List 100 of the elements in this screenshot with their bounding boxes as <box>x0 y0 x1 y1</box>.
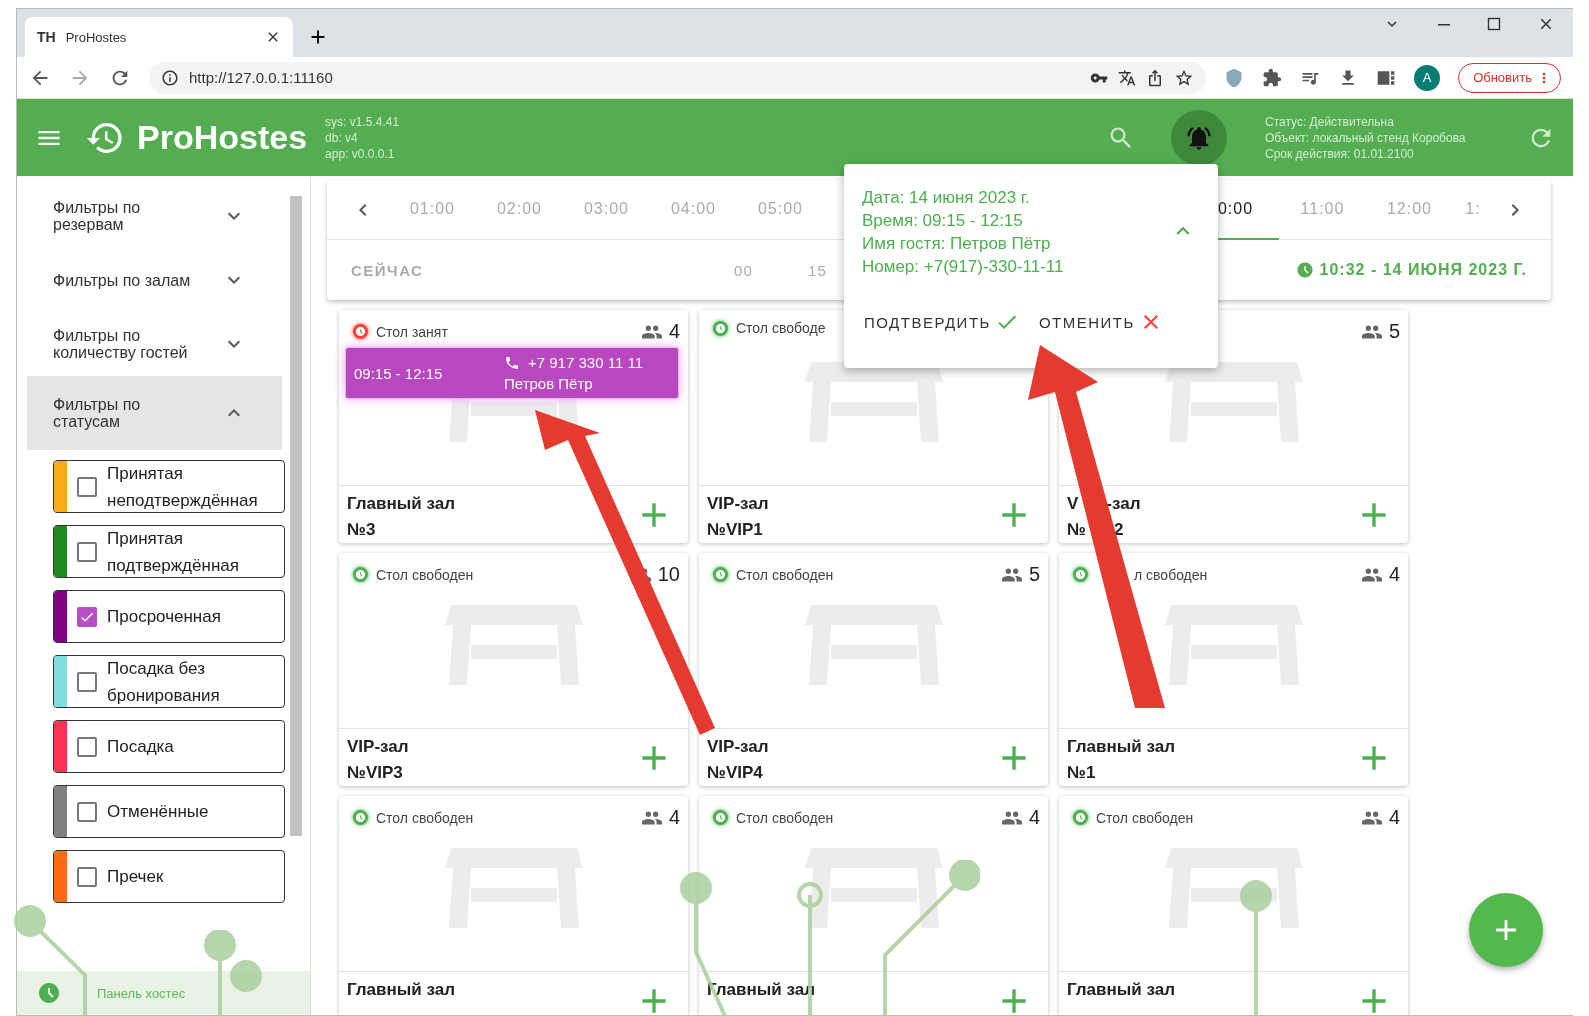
checkbox[interactable] <box>77 671 97 692</box>
table-icon <box>804 362 943 442</box>
booking-detail: Имя гостя: Петров Пётр <box>862 233 1051 255</box>
browser-tab[interactable]: TH ProHostes <box>25 17 293 57</box>
status-label: Просроченная <box>107 606 222 628</box>
status-label: Принятая неподтверждённая <box>107 462 259 512</box>
table-status: л свободен <box>1134 566 1208 583</box>
table-icon <box>804 848 943 928</box>
now-label: СЕЙЧАС <box>351 261 424 279</box>
extensions-icon[interactable] <box>1262 67 1283 88</box>
shield-icon[interactable] <box>1224 67 1245 88</box>
filter-section[interactable]: Фильтры по залам <box>27 248 282 312</box>
tab-title: ProHostes <box>65 29 128 45</box>
status-filter[interactable]: Принятая подтверждённая <box>53 525 285 578</box>
table-number: №VIP1 <box>707 520 764 540</box>
clock-icon <box>713 810 728 825</box>
license-info: Объект: локальный стенд Коробова <box>1265 130 1467 145</box>
table-status: Стол свободен <box>1096 809 1194 826</box>
checkbox[interactable] <box>77 866 97 887</box>
hall-name: Главный зал <box>1067 737 1176 757</box>
table-number: №VIP4 <box>707 763 764 783</box>
tab-favicon: TH <box>37 29 56 45</box>
table-status: Стол свободен <box>376 809 474 826</box>
booking-detail: Время: 09:15 - 12:15 <box>862 210 1023 232</box>
add-fab[interactable] <box>1469 893 1543 967</box>
maximize-icon[interactable] <box>1487 15 1501 33</box>
clock-icon <box>353 810 368 825</box>
version-text: app: v0.0.0.1 <box>325 146 396 161</box>
status-label: Пречек <box>107 866 165 888</box>
filter-section[interactable]: Фильтры по статусам <box>27 376 282 450</box>
minute-label: 15 <box>807 261 828 279</box>
booking-phone: +7 917 330 11 11 <box>528 354 643 371</box>
checkbox[interactable] <box>77 801 97 822</box>
license-info: Статус: Действительна <box>1265 114 1395 129</box>
booking-detail: Дата: 14 июня 2023 г. <box>862 187 1030 209</box>
cancel-button[interactable]: ОТМЕНИТЬ <box>1036 308 1165 336</box>
update-button[interactable]: Обновить <box>1458 62 1561 93</box>
hall-name: Главный зал <box>347 980 456 1000</box>
profile-avatar[interactable]: A <box>1414 64 1441 91</box>
table-number: № <box>1067 520 1086 540</box>
filter-section[interactable]: Фильтры по количеству гостей <box>27 312 282 376</box>
info-icon <box>161 68 179 87</box>
clock-icon <box>1295 261 1314 279</box>
current-time: 10:32 - 14 ИЮНЯ 2023 Г. <box>1319 261 1527 279</box>
license-info: Срок действия: 01.01.2100 <box>1265 146 1415 161</box>
checkbox[interactable] <box>77 606 97 627</box>
minute-label: 00 <box>733 261 754 279</box>
confirm-button[interactable]: ПОДТВЕРДИТЬ <box>862 308 1021 336</box>
hall-name: -зал <box>1106 494 1141 514</box>
version-text: sys: v1.5.4.41 <box>325 114 400 129</box>
url-text: http://127.0.0.1:11160 <box>189 69 334 86</box>
checkbox[interactable] <box>77 736 97 757</box>
brand-name: ProHostes <box>137 118 308 157</box>
hall-name: Главный зал <box>347 494 456 514</box>
status-filter[interactable]: Пречек <box>53 850 285 903</box>
table-icon <box>1164 848 1303 928</box>
status-filter[interactable]: Просроченная <box>53 590 285 643</box>
booking-time: 09:15 - 12:15 <box>354 364 444 382</box>
status-label: Принятая подтверждённая <box>107 527 240 577</box>
status-filter[interactable]: Отменённые <box>53 785 285 838</box>
hall-name: Главный зал <box>707 980 816 1000</box>
table-icon <box>1164 362 1303 442</box>
scrollbar[interactable] <box>290 196 302 836</box>
status-filter[interactable]: Посадка без бронирования <box>53 655 285 708</box>
table-status: Стол свободен <box>736 809 834 826</box>
guest-count: 4 <box>1388 563 1400 586</box>
status-filter[interactable]: Посадка <box>53 720 285 773</box>
status-filter[interactable]: Принятая неподтверждённая <box>53 460 285 513</box>
table-status: Стол свободен <box>376 566 474 583</box>
version-text: db: v4 <box>325 130 359 145</box>
hall-name: VIP-зал <box>707 494 770 514</box>
table-number: 2 <box>1113 520 1124 540</box>
booking-bar[interactable]: 09:15 - 12:15 +7 917 330 11 11 Петров Пётр <box>345 347 679 399</box>
table-number: №VIP3 <box>347 763 404 783</box>
booking-guest-name: Петров Пётр <box>504 375 594 392</box>
table-status: Стол занят <box>376 323 448 340</box>
hall-name: V <box>1067 494 1079 514</box>
guest-count: 10 <box>657 563 680 586</box>
phone-icon <box>504 354 520 371</box>
table-number: №1 <box>1067 763 1097 783</box>
status-label: Отменённые <box>107 801 210 823</box>
address-field[interactable]: http://127.0.0.1:11160 <box>149 61 1207 94</box>
filter-section[interactable]: Фильтры по резервам <box>27 184 282 248</box>
guest-count: 5 <box>1388 320 1400 343</box>
guest-count: 4 <box>668 320 680 343</box>
clock-icon <box>1073 810 1088 825</box>
clock-icon <box>713 567 728 582</box>
checkbox[interactable] <box>77 476 97 497</box>
guest-count: 4 <box>668 806 680 829</box>
hall-name: VIP-зал <box>347 737 410 757</box>
table-number: №3 <box>347 520 377 540</box>
status-label: Посадка без бронирования <box>107 657 221 707</box>
translate-icon[interactable] <box>1118 68 1137 87</box>
checkbox[interactable] <box>77 541 97 562</box>
clock-icon <box>37 981 61 1005</box>
guest-count: 5 <box>1028 563 1040 586</box>
clock-icon <box>1073 567 1088 582</box>
booking-detail: Номер: +7(917)-330-11-11 <box>862 256 1064 278</box>
table-status: Стол свободен <box>736 566 834 583</box>
clock-icon <box>713 320 728 336</box>
